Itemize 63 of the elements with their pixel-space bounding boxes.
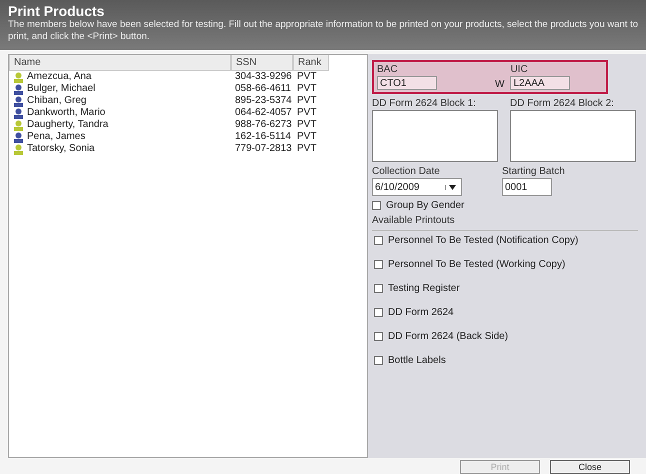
person-icon [13, 72, 24, 82]
field-label: Starting Batch [502, 166, 565, 177]
dropdown-arrow-icon[interactable] [445, 184, 459, 190]
name-cell: Daugherty, Tandra [27, 119, 108, 131]
close-button[interactable]: Close [550, 460, 630, 474]
rank-cell-text: PVT [296, 131, 318, 143]
text-area[interactable] [510, 110, 636, 162]
name-cell: Bulger, Michael [27, 83, 96, 95]
checkbox[interactable] [372, 201, 381, 210]
person-icon [13, 96, 24, 106]
description-text: The members below have been selected for testing. Fill out the appropriate information to be printed on your products, select the products you want to print, and click the <Print> button. [8, 19, 638, 43]
checkbox[interactable] [374, 356, 383, 365]
person-icon [13, 132, 24, 142]
checkbox-label: Bottle Labels [388, 355, 446, 366]
person-icon [13, 108, 24, 118]
ssn-cell-text: 162-16-5114 [234, 131, 292, 143]
ssn-cell-text: 058-66-4611 [234, 83, 292, 95]
person-icon [13, 84, 24, 94]
column-header[interactable]: SSN [231, 55, 293, 71]
name-cell: Tatorsky, Sonia [27, 143, 95, 155]
person-icon [13, 120, 24, 130]
name-cell: Amezcua, Ana [27, 71, 92, 83]
checkbox-label: Personnel To Be Tested (Notification Copy) [388, 235, 578, 246]
person-icon [13, 144, 24, 154]
name-cell: Pena, James [27, 131, 86, 143]
checkbox[interactable] [374, 284, 383, 293]
field-label: DD Form 2624 Block 2: [510, 98, 615, 109]
rank-cell-text: PVT [296, 83, 318, 95]
checkbox[interactable] [374, 260, 383, 269]
rank-cell-text: PVT [296, 143, 318, 155]
name-cell: Chiban, Greg [27, 95, 86, 107]
field-label: UIC [510, 64, 529, 75]
ssn-cell-text: 779-07-2813 [234, 143, 293, 155]
bac-field[interactable]: CTO1 [377, 76, 437, 90]
column-header[interactable]: Rank [293, 55, 329, 71]
rank-cell-text: PVT [296, 95, 318, 107]
uic-field[interactable]: L2AAA [510, 76, 570, 90]
checkbox-label: Group By Gender [386, 200, 464, 211]
checkbox[interactable] [374, 236, 383, 245]
ssn-cell-text: 064-62-4057 [234, 107, 293, 119]
field-label: DD Form 2624 Block 1: [372, 98, 477, 109]
rank-cell-text: PVT [296, 107, 318, 119]
ssn-cell-text: 895-23-5374 [234, 95, 293, 107]
date-picker[interactable]: 6/10/2009 [372, 178, 462, 196]
text-area[interactable] [372, 110, 498, 162]
column-header[interactable]: Name [9, 55, 231, 71]
rank-cell-text: PVT [296, 71, 318, 83]
checkbox-label: DD Form 2624 [388, 307, 454, 318]
field-label: Collection Date [372, 166, 441, 177]
name-cell: Dankworth, Mario [27, 107, 106, 119]
field-label: BAC [377, 64, 399, 75]
checkbox[interactable] [374, 332, 383, 341]
prefix-text: W [495, 79, 504, 90]
checkbox-label: Testing Register [388, 283, 460, 294]
batch-field[interactable]: 0001 [502, 178, 552, 196]
checkbox-label: DD Form 2624 (Back Side) [388, 331, 508, 342]
section-label: Available Printouts [372, 215, 456, 226]
ssn-cell-text: 988-76-6273 [234, 119, 293, 131]
window-title: Print Products [8, 3, 106, 19]
checkbox[interactable] [374, 308, 383, 317]
ssn-cell-text: 304-33-9296 [234, 71, 293, 83]
rank-cell-text: PVT [296, 119, 318, 131]
checkbox-label: Personnel To Be Tested (Working Copy) [388, 259, 566, 270]
